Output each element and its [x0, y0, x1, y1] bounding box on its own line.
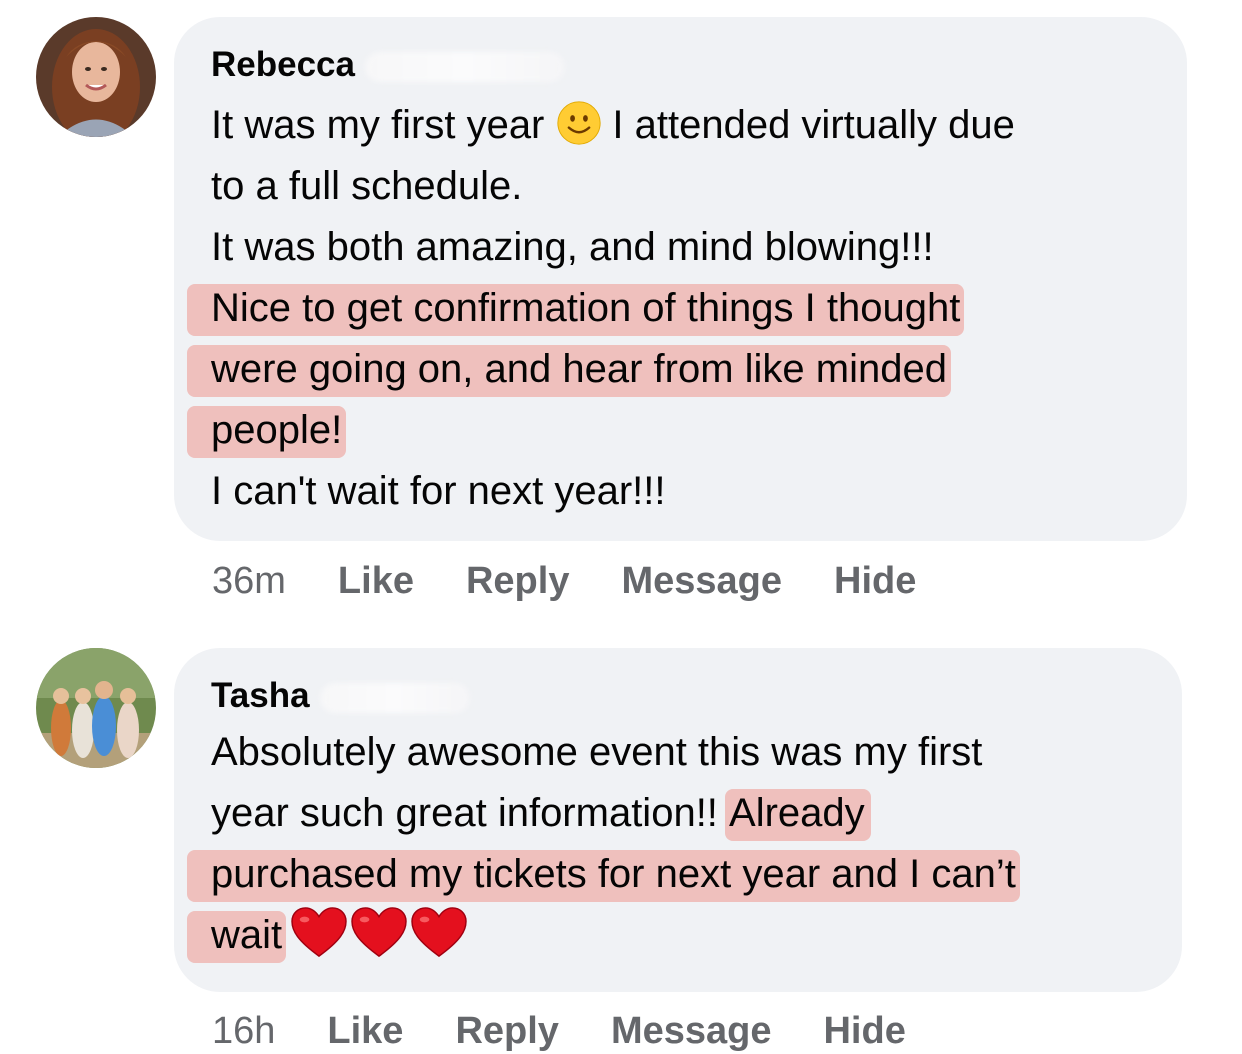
like-button[interactable]: Like	[327, 1008, 403, 1054]
comment-bubble: Rebecca It was my first year I attended v…	[174, 17, 1187, 541]
like-button[interactable]: Like	[338, 558, 414, 604]
comment-text: It was my first year I attended virtually…	[187, 95, 1151, 522]
comment-actions: 36m Like Reply Message Hide	[212, 558, 968, 604]
red-heart-icon	[291, 907, 347, 958]
text-line: It was both amazing, and mind blowing!!!	[211, 225, 934, 269]
redacted-name	[364, 51, 565, 82]
highlighted-line: wait	[187, 905, 1146, 966]
avatar[interactable]	[36, 648, 156, 768]
slightly-smiling-face-icon	[557, 101, 602, 145]
comment-author[interactable]: Tasha	[211, 674, 1146, 718]
highlighted-text: Already	[725, 789, 871, 841]
reply-button[interactable]: Reply	[466, 558, 569, 604]
hide-button[interactable]: Hide	[834, 558, 916, 604]
author-name[interactable]: Rebecca	[211, 45, 355, 84]
message-button[interactable]: Message	[611, 1008, 772, 1054]
highlighted-line: Nice to get confirmation of things I tho…	[187, 278, 1151, 339]
comment-text: Absolutely awesome event this was my fir…	[187, 722, 1146, 966]
red-heart-icon	[411, 907, 467, 958]
text-line: It was my first year I attended virtually…	[211, 95, 1151, 156]
text-line: year such great information!! Already	[211, 783, 1146, 844]
comment-author[interactable]: Rebecca	[211, 43, 1151, 87]
highlighted-line: people!	[187, 400, 1151, 461]
comment-timestamp[interactable]: 36m	[212, 558, 286, 604]
author-name[interactable]: Tasha	[211, 676, 310, 715]
avatar[interactable]	[36, 17, 156, 137]
message-button[interactable]: Message	[621, 558, 782, 604]
comment-bubble: Tasha Absolutely awesome event this was …	[174, 648, 1182, 992]
hide-button[interactable]: Hide	[823, 1008, 905, 1054]
text-line: Absolutely awesome event this was my fir…	[211, 730, 983, 774]
red-heart-icon	[351, 907, 407, 958]
reply-button[interactable]: Reply	[455, 1008, 558, 1054]
heart-emojis	[288, 906, 468, 960]
text-line: to a full schedule.	[211, 164, 523, 208]
comment-actions: 16h Like Reply Message Hide	[212, 1008, 958, 1054]
text-line: I can't wait for next year!!!	[211, 469, 666, 513]
redacted-name	[319, 682, 470, 713]
highlighted-line: purchased my tickets for next year and I…	[187, 844, 1146, 905]
comment-timestamp[interactable]: 16h	[212, 1008, 275, 1054]
highlighted-line: were going on, and hear from like minded	[187, 339, 1151, 400]
